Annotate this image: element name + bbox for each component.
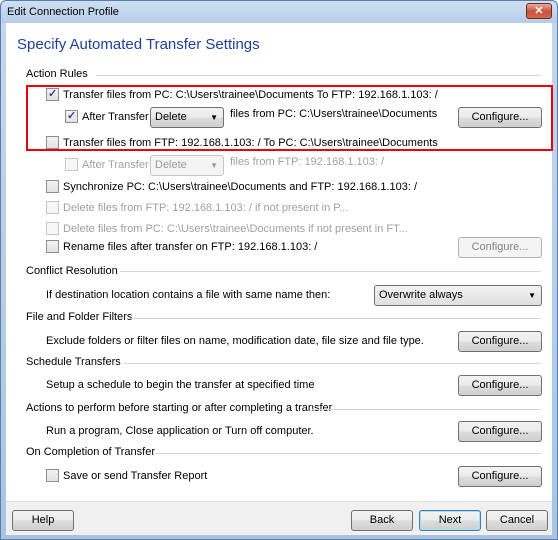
actions-label: Run a program, Close application or Turn…	[46, 425, 314, 437]
divider	[120, 271, 541, 272]
chevron-down-icon: ▼	[528, 291, 536, 300]
delete-pc-checkbox[interactable]	[46, 222, 59, 235]
conflict-resolution-header: Conflict Resolution	[26, 265, 118, 277]
transfer-report-label[interactable]: Save or send Transfer Report	[63, 470, 207, 482]
cancel-button[interactable]: Cancel	[486, 510, 548, 531]
transfer-report-checkbox[interactable]	[46, 469, 59, 482]
window-title: Edit Connection Profile	[7, 6, 119, 18]
back-button[interactable]: Back	[351, 510, 413, 531]
dialog-footer: Help Back Next Cancel	[6, 501, 552, 535]
synchronize-label[interactable]: Synchronize PC: C:\Users\trainee\Documen…	[63, 181, 417, 193]
schedule-header: Schedule Transfers	[26, 356, 121, 368]
file-filters-header: File and Folder Filters	[26, 311, 133, 323]
page-title: Specify Automated Transfer Settings	[17, 36, 260, 53]
after-transfer-2-label: After Transfer	[82, 159, 149, 171]
dialog-window: Edit Connection Profile ✕ Specify Automa…	[0, 0, 558, 540]
next-button[interactable]: Next	[419, 510, 481, 531]
divider	[96, 75, 541, 76]
conflict-resolution-label: If destination location contains a file …	[46, 289, 331, 301]
configure-report-button[interactable]: Configure...	[458, 466, 542, 487]
actions-header: Actions to perform before starting or af…	[26, 402, 333, 414]
title-bar: Edit Connection Profile ✕	[1, 1, 557, 23]
action-rules-header: Action Rules	[26, 68, 88, 80]
divider	[130, 318, 541, 319]
file-filters-label: Exclude folders or filter files on name,…	[46, 335, 424, 347]
select-value: Overwrite always	[379, 289, 463, 301]
divider	[312, 409, 541, 410]
delete-pc-label: Delete files from PC: C:\Users\trainee\D…	[63, 223, 408, 235]
highlight-box	[26, 85, 553, 151]
divider	[124, 363, 541, 364]
configure-actions-button[interactable]: Configure...	[458, 421, 542, 442]
rename-label[interactable]: Rename files after transfer on FTP: 192.…	[63, 241, 317, 253]
close-button[interactable]: ✕	[526, 3, 552, 19]
configure-rename-button[interactable]: Configure...	[458, 237, 542, 258]
conflict-resolution-select[interactable]: Overwrite always ▼	[374, 285, 542, 306]
delete-ftp-label: Delete files from FTP: 192.168.1.103: / …	[63, 202, 349, 214]
after-transfer-2-select[interactable]: Delete ▼	[150, 155, 224, 176]
rename-checkbox[interactable]	[46, 240, 59, 253]
divider	[154, 453, 541, 454]
configure-schedule-button[interactable]: Configure...	[458, 375, 542, 396]
delete-ftp-checkbox[interactable]	[46, 201, 59, 214]
after-transfer-2-checkbox[interactable]	[65, 158, 78, 171]
after-transfer-2-suffix: files from FTP: 192.168.1.103: /	[230, 156, 385, 168]
configure-filters-button[interactable]: Configure...	[458, 331, 542, 352]
select-value: Delete	[155, 159, 187, 171]
chevron-down-icon: ▼	[210, 161, 218, 170]
help-button[interactable]: Help	[12, 510, 74, 531]
schedule-label: Setup a schedule to begin the transfer a…	[46, 379, 315, 391]
close-icon: ✕	[534, 5, 544, 17]
synchronize-checkbox[interactable]	[46, 180, 59, 193]
completion-header: On Completion of Transfer	[26, 446, 156, 458]
